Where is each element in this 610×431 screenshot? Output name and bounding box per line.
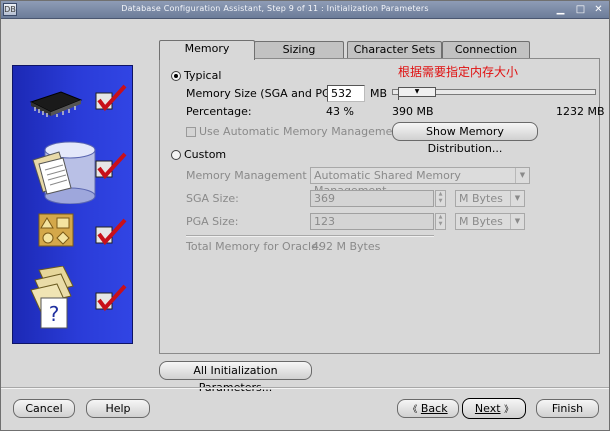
memory-tab-panel: Typical 根据需要指定内存大小 Memory Size (SGA and … [159, 58, 605, 354]
next-arrow-icon: 》 [504, 405, 514, 415]
memory-chip-icon [29, 91, 83, 117]
sga-size-label: SGA Size: [186, 192, 239, 205]
back-label: Back [420, 402, 448, 415]
custom-label[interactable]: Custom [184, 148, 226, 161]
sga-unit-value: M Bytes [459, 192, 503, 205]
percentage-label: Percentage: [186, 105, 252, 118]
back-button[interactable]: 《 Back [397, 399, 459, 418]
pga-size-label: PGA Size: [186, 215, 239, 228]
tab-character-sets[interactable]: Character Sets [347, 41, 442, 59]
svg-text:?: ? [49, 302, 60, 326]
back-arrow-icon: 《 [408, 405, 418, 415]
checkmark-icon [95, 84, 127, 112]
window-title: Database Configuration Assistant, Step 9… [121, 4, 429, 13]
show-memory-distribution-button[interactable]: Show Memory Distribution... [392, 122, 538, 155]
pga-size-input[interactable]: 123 [310, 213, 434, 230]
sga-size-input[interactable]: 369 [310, 190, 434, 207]
slider-thumb[interactable]: ▼ [398, 87, 436, 97]
sga-size-spinner[interactable]: ▲ ▼ [435, 190, 446, 207]
all-initialization-parameters-button[interactable]: All Initialization Parameters... [159, 361, 312, 394]
slider-min-label: 390 MB [392, 105, 434, 118]
typical-label[interactable]: Typical [184, 69, 221, 82]
memory-management-label: Memory Management [186, 169, 307, 182]
chevron-down-icon: ▼ [510, 214, 524, 229]
amm-checkbox[interactable] [186, 127, 196, 137]
total-memory-label: Total Memory for Oracle: [186, 240, 322, 253]
close-icon[interactable]: ✕ [592, 3, 605, 16]
tab-memory[interactable]: Memory [159, 40, 255, 60]
checkmark-icon [95, 218, 127, 246]
pga-unit-select[interactable]: M Bytes ▼ [455, 213, 525, 230]
maximize-icon[interactable]: □ [574, 3, 587, 16]
sga-unit-select[interactable]: M Bytes ▼ [455, 190, 525, 207]
folder-question-icon: ? [30, 266, 74, 329]
custom-radio[interactable] [171, 150, 181, 160]
annotation-note: 根据需要指定内存大小 [398, 65, 519, 79]
memory-size-label: Memory Size (SGA and PGA): [186, 87, 346, 100]
tab-connection-mode[interactable]: Connection Mode [442, 41, 530, 72]
chevron-down-icon: ▼ [510, 191, 524, 206]
total-memory-value: 492 M Bytes [312, 240, 381, 253]
checkmark-icon [95, 152, 127, 180]
shapes-icon [38, 213, 74, 247]
title-bar[interactable]: DB Database Configuration Assistant, Ste… [1, 1, 609, 19]
next-label: Next [474, 402, 501, 415]
tab-sizing[interactable]: Sizing [254, 41, 344, 59]
next-button[interactable]: Next 》 [462, 398, 526, 419]
database-icon [32, 141, 96, 204]
typical-radio[interactable] [171, 71, 181, 81]
memory-management-select[interactable]: Automatic Shared Memory Management ▼ [310, 167, 530, 197]
finish-button[interactable]: Finish [536, 399, 599, 418]
minimize-icon[interactable]: ▁ [554, 3, 567, 16]
chevron-down-icon: ▼ [515, 168, 529, 183]
memory-slider[interactable]: ▼ [392, 87, 596, 100]
memory-size-unit: MB [370, 87, 388, 100]
cancel-button[interactable]: Cancel [13, 399, 75, 418]
help-button[interactable]: Help [86, 399, 150, 418]
slider-max-label: 1232 MB [556, 105, 605, 118]
total-divider [186, 235, 434, 237]
dbca-window: DB Database Configuration Assistant, Ste… [0, 0, 610, 431]
checkmark-icon [95, 284, 127, 312]
percentage-value: 43 % [326, 105, 354, 118]
amm-label: Use Automatic Memory Management [199, 125, 404, 138]
memory-size-input[interactable]: 532 [327, 85, 365, 102]
pga-size-spinner[interactable]: ▲ ▼ [435, 213, 446, 230]
tab-strip: Memory Sizing Character Sets Connection … [159, 40, 530, 72]
pga-unit-value: M Bytes [459, 215, 503, 228]
footer-separator [1, 387, 609, 389]
wizard-side-panel: ? [12, 65, 133, 344]
